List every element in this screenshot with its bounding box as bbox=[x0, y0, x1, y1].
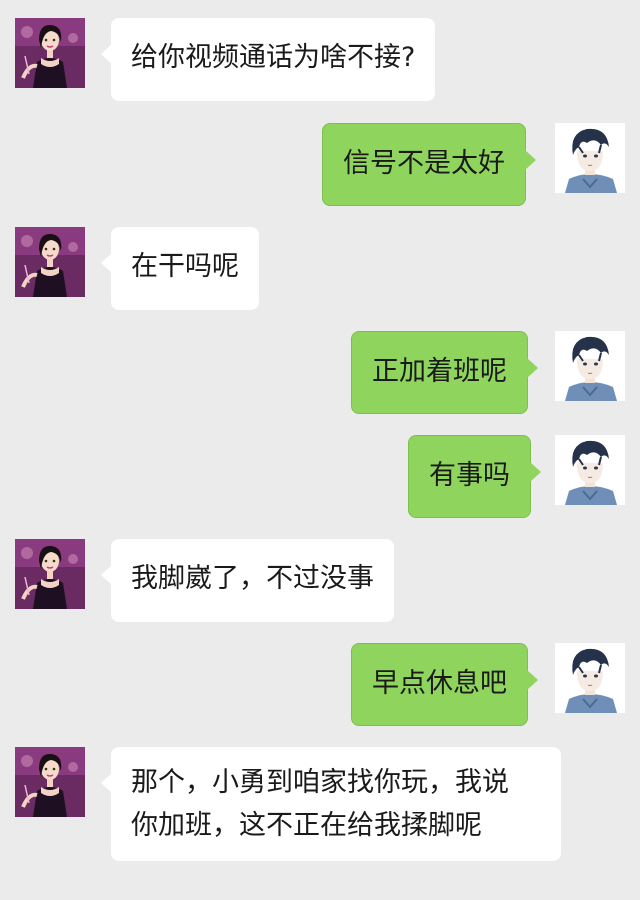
woman-avatar-icon bbox=[15, 747, 85, 817]
man-avatar-icon bbox=[555, 331, 625, 401]
my-avatar[interactable] bbox=[555, 331, 625, 401]
my-avatar[interactable] bbox=[555, 643, 625, 713]
message-text: 我脚崴了，不过没事 bbox=[131, 563, 374, 594]
outgoing-message-bubble[interactable]: 正加着班呢 bbox=[351, 331, 538, 414]
woman-avatar-icon bbox=[15, 227, 85, 297]
message-text: 在干吗呢 bbox=[131, 251, 239, 282]
message-text: 有事吗 bbox=[429, 460, 510, 491]
incoming-message-bubble[interactable]: 那个，小勇到咱家找你玩，我说 你加班，这不正在给我揉脚呢 bbox=[101, 747, 561, 861]
incoming-message-bubble[interactable]: 我脚崴了，不过没事 bbox=[101, 539, 394, 622]
message-text: 早点休息吧 bbox=[372, 668, 507, 699]
outgoing-message-bubble[interactable]: 有事吗 bbox=[408, 435, 541, 518]
contact-avatar[interactable] bbox=[15, 227, 85, 297]
message-text-line: 那个，小勇到咱家找你玩，我说 bbox=[131, 767, 509, 798]
message-text: 给你视频通话为啥不接? bbox=[131, 42, 416, 73]
incoming-message-bubble[interactable]: 在干吗呢 bbox=[101, 227, 259, 310]
woman-avatar-icon bbox=[15, 539, 85, 609]
chat-view: 给你视频通话为啥不接? 信号不是太好 在干吗呢 正加着班呢 有事吗 我脚崴了，不… bbox=[0, 0, 640, 900]
man-avatar-icon bbox=[555, 643, 625, 713]
incoming-message-bubble[interactable]: 给你视频通话为啥不接? bbox=[100, 18, 436, 101]
message-text: 信号不是太好 bbox=[343, 148, 505, 179]
contact-avatar[interactable] bbox=[15, 747, 85, 817]
outgoing-message-bubble[interactable]: 信号不是太好 bbox=[322, 123, 536, 206]
message-text-line: 你加班，这不正在给我揉脚呢 bbox=[131, 810, 482, 841]
man-avatar-icon bbox=[555, 435, 625, 505]
message-text: 正加着班呢 bbox=[372, 356, 507, 387]
woman-avatar-icon bbox=[15, 18, 85, 88]
man-avatar-icon bbox=[555, 123, 625, 193]
my-avatar[interactable] bbox=[555, 123, 625, 193]
my-avatar[interactable] bbox=[555, 435, 625, 505]
outgoing-message-bubble[interactable]: 早点休息吧 bbox=[351, 643, 538, 726]
contact-avatar[interactable] bbox=[15, 539, 85, 609]
contact-avatar[interactable] bbox=[15, 18, 85, 88]
